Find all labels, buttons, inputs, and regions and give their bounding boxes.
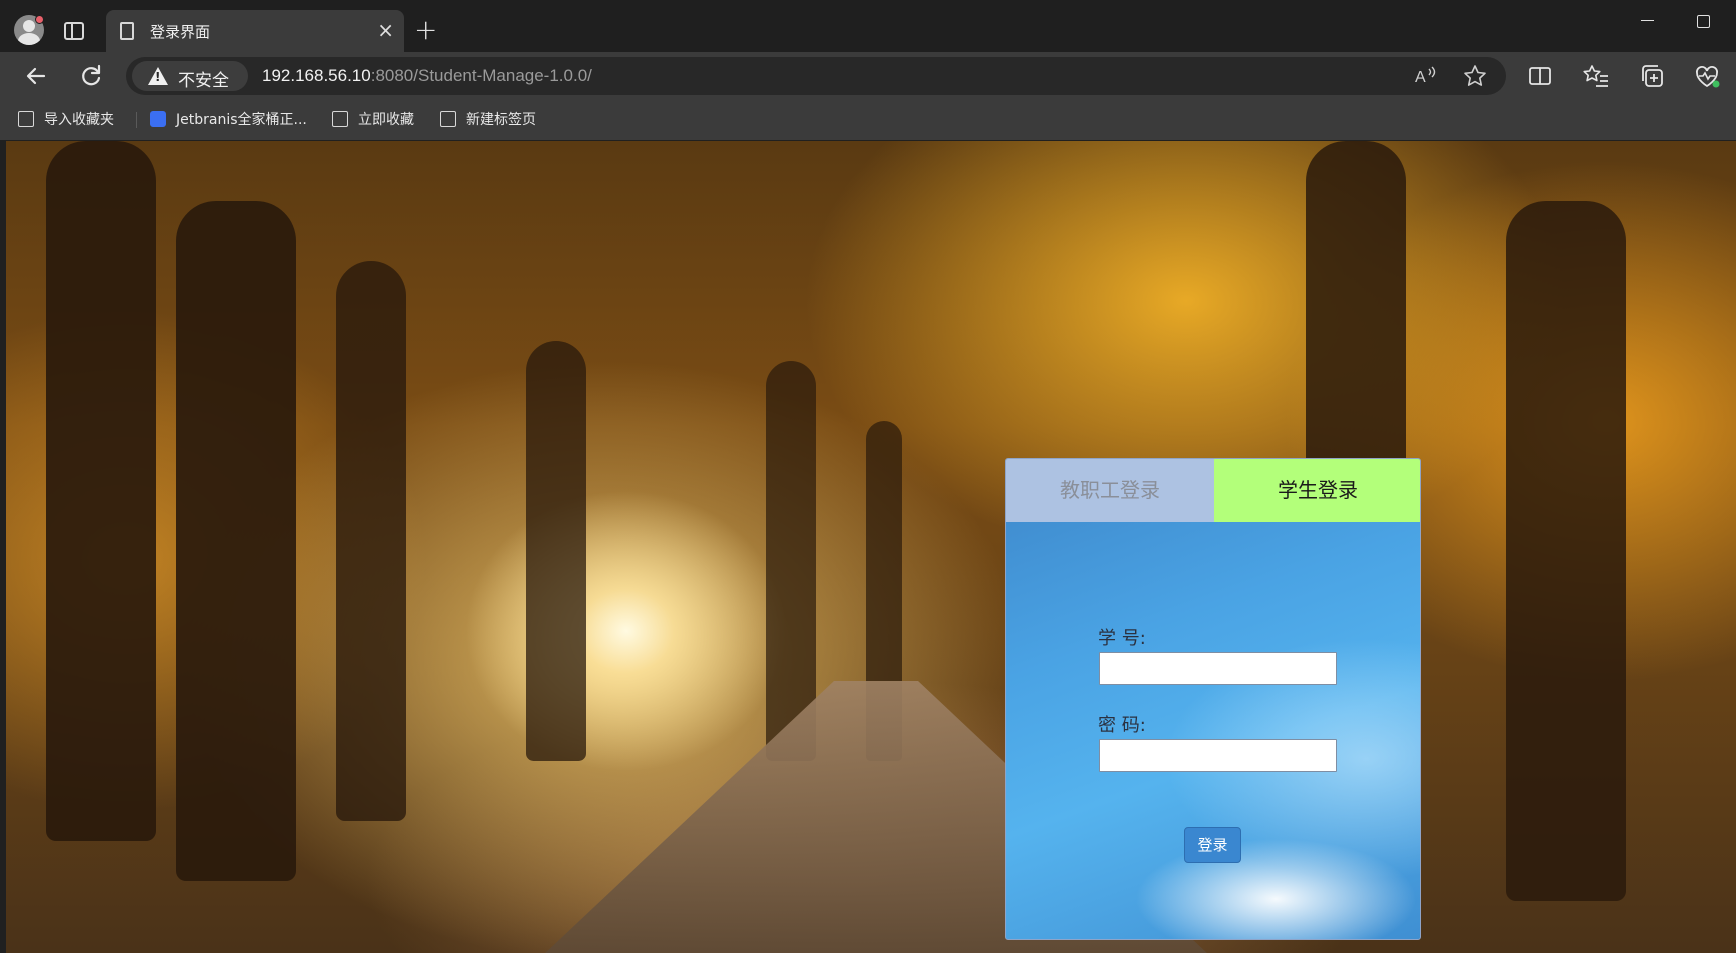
- security-label: 不安全: [178, 71, 229, 91]
- close-tab-icon[interactable]: ×: [377, 18, 394, 42]
- browser-navbar: 不安全 192.168.56.10:8080/Student-Manage-1.…: [0, 52, 1736, 100]
- password-label: 密 码:: [1098, 715, 1146, 736]
- tree-trunk: [766, 361, 816, 761]
- favorites-list-icon[interactable]: [1582, 62, 1610, 90]
- svg-text:A: A: [1415, 69, 1426, 86]
- refresh-icon[interactable]: [77, 62, 105, 90]
- workspaces-icon[interactable]: [64, 22, 84, 40]
- student-id-input[interactable]: [1099, 652, 1337, 685]
- new-tab-page-icon: [440, 111, 456, 127]
- tab-title: 登录界面: [150, 23, 211, 41]
- tree-trunk: [46, 141, 156, 841]
- document-icon: [150, 111, 166, 127]
- bookmark-label: 导入收藏夹: [44, 112, 114, 128]
- url-text[interactable]: 192.168.56.10:8080/Student-Manage-1.0.0/: [262, 66, 592, 86]
- bookmarks-bar: 导入收藏夹 Jetbranis全家桶正... 立即收藏 新建标签页: [0, 100, 1736, 140]
- tree-trunk: [1506, 201, 1626, 901]
- login-type-tabs: 教职工登录 学生登录: [1006, 459, 1420, 522]
- collections-icon[interactable]: [1638, 62, 1666, 90]
- tree-trunk: [526, 341, 586, 761]
- import-favorites-icon: [18, 111, 34, 127]
- address-bar[interactable]: 不安全 192.168.56.10:8080/Student-Manage-1.…: [126, 57, 1506, 95]
- split-screen-icon[interactable]: [1526, 62, 1554, 90]
- page-background-autumn-forest: 教职工登录 学生登录 学 号: 密 码: 登录: [6, 141, 1736, 953]
- warning-icon: [148, 67, 168, 85]
- bookmark-collect-now[interactable]: 立即收藏: [332, 109, 414, 131]
- tree-trunk: [336, 261, 406, 821]
- login-submit-button[interactable]: 登录: [1184, 827, 1241, 863]
- bookmarks-separator: [136, 112, 137, 128]
- password-input[interactable]: [1099, 739, 1337, 772]
- bookmark-new-tab-page[interactable]: 新建标签页: [440, 109, 536, 131]
- page-icon: [120, 22, 134, 40]
- bookmark-label: 新建标签页: [466, 112, 536, 128]
- bookmark-label: Jetbranis全家桶正...: [176, 112, 307, 128]
- student-id-label: 学 号:: [1098, 628, 1146, 649]
- security-indicator[interactable]: 不安全: [132, 61, 248, 91]
- read-aloud-icon[interactable]: A: [1412, 63, 1438, 89]
- tab-student-login[interactable]: 学生登录: [1214, 459, 1420, 522]
- minimize-window-icon[interactable]: [1641, 20, 1654, 21]
- profile-notification-dot: [35, 15, 44, 24]
- bookmark-label: 立即收藏: [358, 112, 414, 128]
- favorite-star-icon[interactable]: [1462, 63, 1488, 89]
- browser-titlebar: 登录界面 × +: [0, 0, 1736, 52]
- bookmark-jetbrains[interactable]: Jetbranis全家桶正...: [150, 109, 307, 131]
- browser-tab-active[interactable]: 登录界面 ×: [106, 10, 404, 52]
- new-tab-button[interactable]: +: [414, 16, 437, 44]
- url-host: 192.168.56.10: [262, 66, 371, 85]
- url-path: :8080/Student-Manage-1.0.0/: [370, 66, 592, 85]
- tab-staff-login[interactable]: 教职工登录: [1006, 459, 1214, 522]
- page-icon: [332, 111, 348, 127]
- back-arrow-icon[interactable]: [22, 62, 50, 90]
- login-panel: 教职工登录 学生登录 学 号: 密 码: 登录: [1005, 458, 1421, 940]
- maximize-window-icon[interactable]: [1697, 15, 1710, 28]
- tree-trunk: [176, 201, 296, 881]
- bookmark-import-favorites[interactable]: 导入收藏夹: [18, 109, 114, 131]
- browser-essentials-icon[interactable]: [1693, 62, 1721, 90]
